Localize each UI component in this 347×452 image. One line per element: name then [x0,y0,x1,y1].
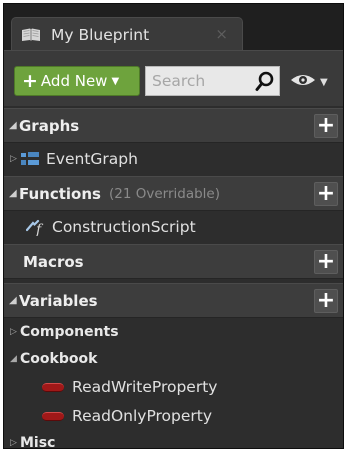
search-box [145,66,280,96]
section-title: Functions [19,184,101,203]
list-item-eventgraph[interactable]: ▷ EventGraph [4,145,343,173]
variable-type-icon [42,411,64,421]
variable-type-icon [42,382,64,392]
tab-bar: My Blueprint × [4,4,343,51]
chevron-down-icon: ▼ [320,76,328,88]
expanded-arrow-icon[interactable]: ◢ [10,354,20,364]
close-tab-icon[interactable]: × [215,25,228,43]
svg-text:f: f [35,222,44,236]
list-item-constructionscript[interactable]: f ConstructionScript [4,213,343,241]
section-macros-header[interactable]: Macros + [4,244,343,279]
category-label: Components [20,324,119,340]
collapsed-arrow-icon[interactable]: ▷ [10,327,20,337]
section-functions-header[interactable]: ◢ Functions (21 Overridable) + [4,176,343,211]
collapsed-arrow-icon[interactable]: ▷ [10,154,20,164]
plus-icon: + [22,70,38,92]
section-variables-header[interactable]: ◢ Variables + [4,283,343,318]
collapsed-arrow-icon[interactable]: ▷ [10,438,20,448]
expanded-arrow-icon: ◢ [9,120,17,131]
tab-my-blueprint[interactable]: My Blueprint × [11,17,243,51]
add-new-button[interactable]: + Add New ▼ [14,66,140,96]
overridable-count: (21 Overridable) [108,185,220,202]
section-title: Graphs [19,116,80,135]
add-new-label: Add New [40,72,108,90]
add-variable-button[interactable]: + [314,289,338,313]
event-graph-icon [20,151,40,167]
expanded-arrow-icon: ◢ [9,188,17,199]
section-title: Macros [23,252,84,271]
toolbar: + Add New ▼ Search ▼ [4,50,343,106]
item-label: ConstructionScript [52,218,196,236]
variable-label: ReadWriteProperty [72,378,218,396]
item-label: EventGraph [46,150,138,168]
function-icon: f [25,218,48,238]
tab-title: My Blueprint [51,25,150,44]
variable-readonlyproperty[interactable]: ReadOnlyProperty [4,402,343,430]
category-label: Cookbook [20,351,98,367]
eye-icon [290,72,316,92]
category-label: Misc [20,435,56,449]
chevron-down-icon: ▼ [111,75,120,87]
category-misc[interactable]: ▷ Misc [4,429,343,449]
add-graph-button[interactable]: + [314,114,338,138]
variable-label: ReadOnlyProperty [72,407,213,425]
category-cookbook[interactable]: ◢ Cookbook [4,345,343,373]
book-icon [21,27,41,43]
variable-readwriteproperty[interactable]: ReadWriteProperty [4,373,343,401]
view-options-button[interactable]: ▼ [290,71,334,93]
my-blueprint-window: My Blueprint × + Add New ▼ Search ▼ ◢ Gr… [3,3,344,449]
section-graphs-header[interactable]: ◢ Graphs + [4,108,343,143]
add-function-button[interactable]: + [314,182,338,206]
category-components[interactable]: ▷ Components [4,318,343,346]
search-icon[interactable] [255,71,275,92]
section-title: Variables [19,291,98,310]
add-macro-button[interactable]: + [314,250,338,274]
blueprint-panel: + Add New ▼ Search ▼ ◢ Graphs + ▷ EventG… [4,50,343,449]
search-input[interactable] [146,67,254,95]
expanded-arrow-icon: ◢ [9,295,17,306]
